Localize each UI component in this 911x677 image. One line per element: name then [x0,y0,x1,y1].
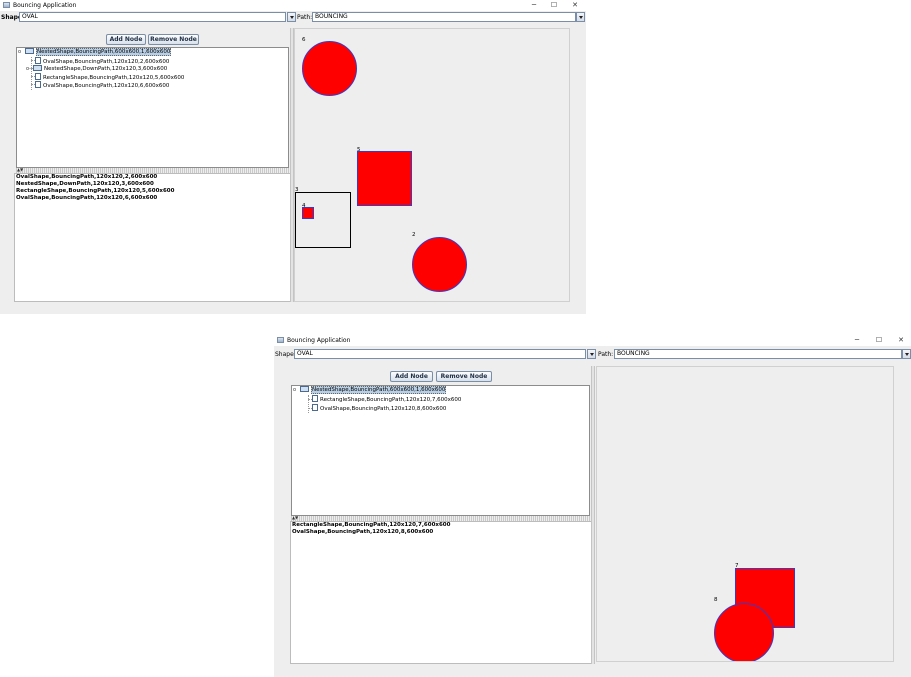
shape-label: Shape: [275,351,296,358]
animation-panel: 7 8 [596,366,894,662]
pane-splitter[interactable] [591,366,595,664]
tree-node[interactable]: RectangleShape,BouncingPath,120x120,7,60… [312,395,461,404]
add-node-button[interactable]: Add Node [390,371,433,382]
selector-row: Shape: OVAL Path: BOUNCING [0,12,586,24]
oval-shape [412,237,467,292]
tree-node-root[interactable]: o NestedShape,BouncingPath,600x600,1,600x… [18,48,172,56]
maximize-button[interactable]: ☐ [543,0,565,11]
file-icon [312,404,318,411]
tree-panel: Add Node Remove Node o NestedShape,Bounci… [14,28,292,302]
details-line: OvalShape,BouncingPath,120x120,6,600x600 [16,195,158,201]
shape-number: 2 [412,232,416,238]
tree-node-label: OvalShape,BouncingPath,120x120,6,600x600 [43,83,170,89]
chevron-down-icon [579,16,583,19]
tree-node[interactable]: OvalShape,BouncingPath,120x120,8,600x600 [312,404,446,413]
expand-icon[interactable]: o [293,387,299,394]
nested-shape: 4 [295,192,351,248]
file-icon [312,395,318,402]
remove-node-button[interactable]: Remove Node [436,371,492,382]
rectangle-shape [357,151,412,206]
chevron-down-icon [905,353,909,356]
add-node-button[interactable]: Add Node [106,34,146,45]
maximize-button[interactable]: ☐ [868,335,890,346]
file-icon [35,81,41,88]
oval-shape [302,41,357,96]
tree-node-label: OvalShape,BouncingPath,120x120,8,600x600 [320,406,447,412]
remove-node-button[interactable]: Remove Node [148,34,199,45]
title-bar[interactable]: Bouncing Application ─ ☐ ✕ [274,335,911,346]
folder-icon [33,65,42,71]
file-icon [35,73,41,80]
folder-icon [300,386,309,392]
shape-select[interactable]: OVAL [294,349,586,359]
animation-panel: 6 5 3 4 2 [294,28,570,302]
divider-arrows-icon[interactable]: ▲▼ [17,167,23,172]
tree-node-label: NestedShape,BouncingPath,600x600,1,600x6… [311,386,447,394]
app-icon [3,2,10,8]
shape-dropdown-button[interactable] [287,12,296,22]
window-title: Bouncing Application [287,337,351,344]
app-icon [277,337,284,343]
chevron-down-icon [590,353,594,356]
path-label: Path: [297,14,313,21]
details-line: OvalShape,BouncingPath,120x120,2,600x600 [16,174,158,180]
file-icon [35,57,41,64]
chevron-down-icon [290,16,294,19]
tree-node-label: NestedShape,DownPath,120x120,3,600x600 [44,66,168,72]
tree-connector [31,57,32,90]
expand-icon[interactable]: o [18,49,24,56]
divider-arrows-icon[interactable]: ▲▼ [292,515,298,520]
shape-number: 8 [714,597,718,603]
minimize-button[interactable]: ─ [846,335,868,346]
title-bar[interactable]: Bouncing Application ─ ☐ ✕ [0,0,586,11]
tree-node-root[interactable]: o NestedShape,BouncingPath,600x600,1,600x… [293,386,447,394]
shape-tree[interactable]: o NestedShape,BouncingPath,600x600,1,600x… [291,385,590,516]
minimize-button[interactable]: ─ [523,0,545,11]
shape-select[interactable]: OVAL [19,12,286,22]
shape-dropdown-button[interactable] [587,349,596,359]
bouncing-window-2: Bouncing Application ─ ☐ ✕ Shape: OVAL P… [274,335,911,677]
details-text-area[interactable]: OvalShape,BouncingPath,120x120,2,600x600… [14,173,291,302]
tree-node[interactable]: o- NestedShape,DownPath,120x120,3,600x600 [26,65,167,73]
details-text-area[interactable]: RectangleShape,BouncingPath,120x120,7,60… [290,521,592,664]
path-dropdown-button[interactable] [902,349,911,359]
rectangle-shape [302,207,314,219]
tree-connector [308,395,309,413]
path-dropdown-button[interactable] [576,12,585,22]
path-select[interactable]: BOUNCING [614,349,902,359]
tree-node-label: RectangleShape,BouncingPath,120x120,7,60… [320,397,462,403]
details-line: RectangleShape,BouncingPath,120x120,7,60… [292,522,451,528]
close-button[interactable]: ✕ [890,335,911,346]
folder-icon [25,48,34,54]
tree-node[interactable]: OvalShape,BouncingPath,120x120,6,600x600 [35,81,169,90]
bouncing-window-1: Bouncing Application ─ ☐ ✕ Shape: OVAL P… [0,0,586,314]
collapse-icon[interactable]: o- [26,66,32,73]
oval-shape [714,603,774,661]
path-label: Path: [598,351,614,358]
selector-row: Shape: OVAL Path: BOUNCING [274,349,911,361]
close-button[interactable]: ✕ [564,0,586,11]
tree-node-label: NestedShape,BouncingPath,600x600,1,600x6… [36,48,172,56]
window-title: Bouncing Application [13,2,77,9]
shape-number: 6 [302,37,306,43]
details-line: NestedShape,DownPath,120x120,3,600x600 [16,181,154,187]
path-select[interactable]: BOUNCING [312,12,576,22]
tree-panel: Add Node Remove Node o NestedShape,Bounci… [290,366,592,664]
details-line: RectangleShape,BouncingPath,120x120,5,60… [16,188,175,194]
details-line: OvalShape,BouncingPath,120x120,8,600x600 [292,529,434,535]
shape-tree[interactable]: o NestedShape,BouncingPath,600x600,1,600x… [16,47,289,168]
